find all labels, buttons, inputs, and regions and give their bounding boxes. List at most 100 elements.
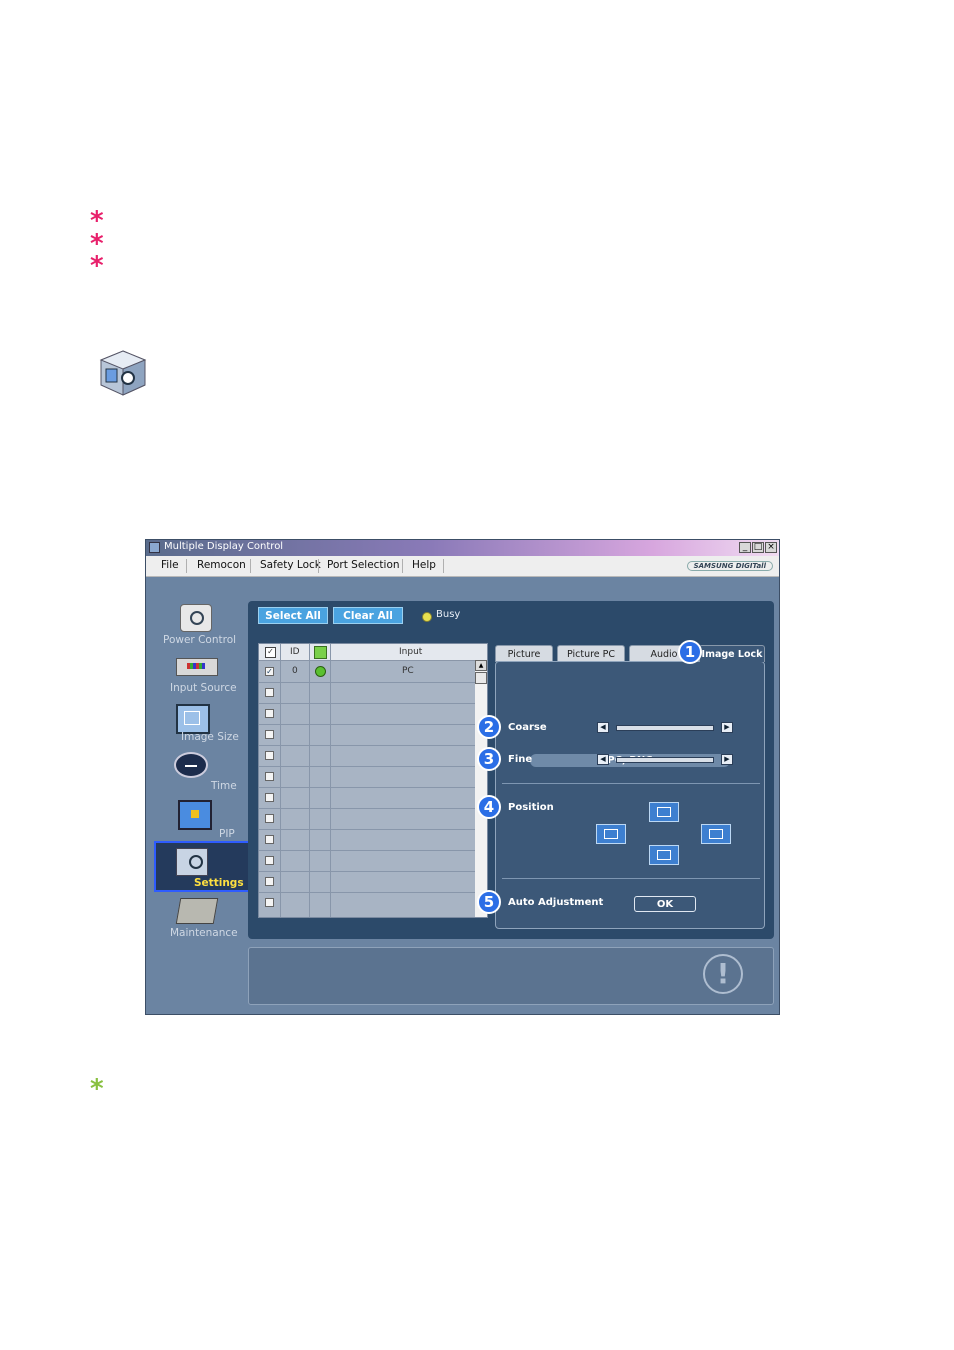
- sidebar-item-time[interactable]: Time: [154, 752, 250, 798]
- row-checkbox[interactable]: [265, 730, 274, 739]
- table-row[interactable]: [259, 829, 475, 851]
- clear-all-button[interactable]: Clear All: [333, 607, 403, 624]
- fine-slider[interactable]: [616, 757, 714, 763]
- sidebar-item-label: Image Size: [181, 731, 239, 743]
- sidebar-item-input-source[interactable]: Input Source: [154, 652, 250, 698]
- auto-adjustment-label: Auto Adjustment: [508, 897, 604, 908]
- busy-label: Busy: [436, 609, 461, 620]
- tab-picture[interactable]: Picture: [495, 645, 553, 662]
- menu-bar: File Remocon Safety Lock Port Selection …: [146, 556, 779, 577]
- header-input: Input: [399, 647, 423, 657]
- close-button[interactable]: ×: [765, 542, 777, 553]
- tab-image-lock[interactable]: Image Lock: [699, 645, 765, 662]
- sidebar-item-settings[interactable]: Settings: [154, 841, 250, 892]
- message-panel: !: [248, 947, 774, 1005]
- row-input: PC: [402, 666, 414, 676]
- sidebar-item-maintenance[interactable]: Maintenance: [154, 896, 250, 942]
- table-row[interactable]: [259, 703, 475, 725]
- row-checkbox[interactable]: ✓: [265, 667, 274, 676]
- table-row[interactable]: [259, 871, 475, 893]
- settings-cube-icon: [99, 350, 147, 396]
- window-title: Multiple Display Control: [164, 541, 284, 552]
- row-checkbox[interactable]: [265, 898, 274, 907]
- sidebar-item-image-size[interactable]: Image Size: [154, 702, 250, 748]
- maximize-button[interactable]: □: [752, 542, 764, 553]
- sidebar-item-label: Time: [211, 780, 237, 792]
- app-icon: [149, 542, 160, 553]
- row-checkbox[interactable]: [265, 751, 274, 760]
- ok-button[interactable]: OK: [634, 896, 696, 912]
- grid-scrollbar[interactable]: ▲: [475, 660, 487, 917]
- busy-indicator-icon: [422, 612, 432, 622]
- position-left-button[interactable]: [596, 824, 626, 844]
- row-checkbox[interactable]: [265, 877, 274, 886]
- position-up-button[interactable]: [649, 802, 679, 822]
- table-row[interactable]: [259, 787, 475, 809]
- scroll-up-icon[interactable]: ▲: [475, 660, 487, 671]
- title-bar: Multiple Display Control _ □ ×: [146, 540, 779, 556]
- row-checkbox[interactable]: [265, 835, 274, 844]
- menu-separator: [318, 559, 319, 573]
- table-row[interactable]: [259, 766, 475, 788]
- table-row[interactable]: ✓ 0 PC: [259, 661, 475, 683]
- table-row[interactable]: [259, 724, 475, 746]
- menu-safety-lock[interactable]: Safety Lock: [260, 559, 321, 571]
- menu-remocon[interactable]: Remocon: [197, 559, 246, 571]
- sidebar-item-label: Input Source: [170, 682, 237, 694]
- coarse-slider[interactable]: [616, 725, 714, 731]
- menu-separator: [402, 559, 403, 573]
- coarse-decrease-button[interactable]: ◀: [597, 722, 609, 733]
- position-down-button[interactable]: [649, 845, 679, 865]
- table-row[interactable]: [259, 808, 475, 830]
- status-on-icon: [315, 666, 326, 677]
- table-row[interactable]: [259, 892, 475, 913]
- row-checkbox[interactable]: [265, 793, 274, 802]
- header-id: ID: [290, 647, 300, 657]
- settings-icon: [176, 848, 208, 876]
- coarse-label: Coarse: [508, 722, 547, 733]
- clock-icon: [174, 752, 208, 778]
- row-id: 0: [292, 666, 298, 676]
- row-checkbox[interactable]: [265, 772, 274, 781]
- power-control-icon: [180, 604, 212, 632]
- table-row[interactable]: [259, 850, 475, 872]
- sidebar-item-label: Maintenance: [170, 927, 238, 939]
- sidebar-item-label: Power Control: [163, 634, 237, 646]
- menu-help[interactable]: Help: [412, 559, 436, 571]
- select-all-button[interactable]: Select All: [258, 607, 328, 624]
- samsung-logo: SAMSUNG DIGITall: [686, 561, 773, 571]
- menu-port-selection[interactable]: Port Selection: [327, 559, 400, 571]
- maintenance-icon: [175, 898, 219, 924]
- sidebar-item-label: PIP: [219, 828, 235, 840]
- menu-separator: [186, 559, 187, 573]
- tab-picture-pc[interactable]: Picture PC: [557, 645, 625, 662]
- section-divider: [502, 783, 760, 784]
- row-checkbox[interactable]: [265, 814, 274, 823]
- menu-file[interactable]: File: [161, 559, 179, 571]
- row-checkbox[interactable]: [265, 688, 274, 697]
- table-row[interactable]: [259, 682, 475, 704]
- menu-separator: [250, 559, 251, 573]
- callout-badge: 4: [477, 795, 501, 819]
- row-checkbox[interactable]: [265, 856, 274, 865]
- coarse-increase-button[interactable]: ▶: [721, 722, 733, 733]
- menu-separator: [443, 559, 444, 573]
- minimize-button[interactable]: _: [739, 542, 751, 553]
- row-checkbox[interactable]: [265, 709, 274, 718]
- sidebar-item-power-control[interactable]: Power Control: [154, 602, 250, 648]
- scroll-thumb[interactable]: [475, 672, 487, 684]
- table-row[interactable]: [259, 745, 475, 767]
- warning-icon: !: [703, 954, 743, 994]
- app-window: Multiple Display Control _ □ × File Remo…: [145, 539, 780, 1015]
- bullet-asterisk-icon: *: [90, 206, 104, 236]
- position-right-button[interactable]: [701, 824, 731, 844]
- position-label: Position: [508, 802, 554, 813]
- fine-increase-button[interactable]: ▶: [721, 754, 733, 765]
- bullet-asterisk-icon: *: [90, 251, 104, 281]
- sidebar-item-pip[interactable]: PIP: [154, 800, 250, 846]
- fine-decrease-button[interactable]: ◀: [597, 754, 609, 765]
- header-checkbox[interactable]: ✓: [265, 647, 276, 658]
- sidebar-item-label: Settings: [194, 877, 244, 889]
- image-size-icon: [176, 704, 210, 734]
- section-divider: [502, 878, 760, 879]
